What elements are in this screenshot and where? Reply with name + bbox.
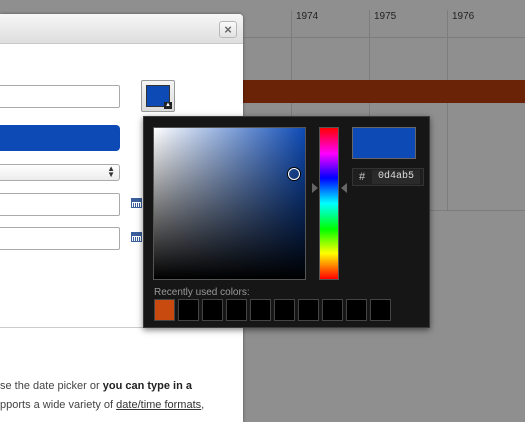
calendar-icon[interactable]: [131, 232, 142, 242]
year-label: 1975: [374, 11, 397, 22]
text-field[interactable]: [0, 85, 120, 108]
recent-color-swatch[interactable]: [202, 299, 223, 321]
caret-up-icon: ▲: [164, 102, 172, 109]
help-text-span: ,: [201, 399, 205, 411]
saturation-handle[interactable]: [288, 168, 300, 180]
dropdown-select[interactable]: ▲ ▼: [0, 164, 120, 181]
recent-colors-label: Recently used colors:: [154, 287, 250, 298]
recent-color-swatch[interactable]: [370, 299, 391, 321]
hex-input[interactable]: 0d4ab5: [372, 170, 420, 184]
hue-slider[interactable]: [319, 127, 339, 280]
date-formats-link[interactable]: date/time formats: [116, 399, 201, 411]
color-preview: [352, 127, 416, 159]
year-label: 1974: [296, 11, 319, 22]
recent-color-swatch[interactable]: [322, 299, 343, 321]
color-swatch-button[interactable]: ▲: [141, 80, 175, 112]
help-text-span: pports a wide variety of: [0, 399, 117, 411]
dialog-titlebar: ×: [0, 14, 243, 44]
color-field-bar[interactable]: [0, 125, 120, 151]
help-text-span: se the date picker or: [0, 380, 103, 392]
help-line: se the date picker or you can type in a: [0, 376, 192, 396]
recent-color-swatch[interactable]: [154, 299, 175, 321]
hex-hash-label: #: [359, 171, 366, 183]
panel-border: [0, 327, 150, 328]
end-date-input[interactable]: [0, 227, 120, 250]
color-picker-popup: # 0d4ab5 Recently used colors:: [143, 116, 430, 328]
hue-arrow-right-icon[interactable]: [341, 183, 347, 193]
select-arrows-icon: ▲ ▼: [107, 164, 115, 179]
hex-row: # 0d4ab5: [352, 168, 424, 186]
hue-arrow-left-icon[interactable]: [312, 183, 318, 193]
start-date-input[interactable]: [0, 193, 120, 216]
timeline-gridline: [447, 10, 448, 210]
recent-color-swatch[interactable]: [226, 299, 247, 321]
close-icon[interactable]: ×: [219, 21, 237, 38]
calendar-icon[interactable]: [131, 198, 142, 208]
year-label: 1976: [452, 11, 475, 22]
help-text-bold: you can type in a: [102, 380, 192, 392]
saturation-value-area[interactable]: [153, 127, 306, 280]
recent-color-swatch[interactable]: [274, 299, 295, 321]
help-line: pports a wide variety of date/time forma…: [0, 395, 204, 415]
timeline-event-bar[interactable]: [240, 80, 525, 103]
recent-color-swatch[interactable]: [298, 299, 319, 321]
recent-color-swatch[interactable]: [178, 299, 199, 321]
recent-color-swatch[interactable]: [346, 299, 367, 321]
timeline-row-divider: [240, 37, 525, 38]
recent-color-swatch[interactable]: [250, 299, 271, 321]
